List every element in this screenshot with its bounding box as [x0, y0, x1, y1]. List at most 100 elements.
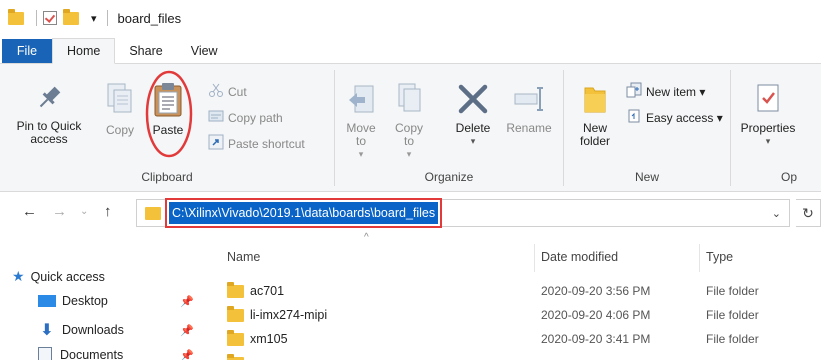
open-group-label: Op: [781, 170, 798, 184]
nav-item-desktop[interactable]: Desktop 📌: [38, 294, 194, 308]
cut-label: Cut: [228, 84, 247, 99]
nav-item-label: Downloads: [62, 323, 124, 337]
window-title: board_files: [117, 10, 182, 26]
scissors-icon: [208, 82, 224, 101]
new-group-label: New: [634, 170, 659, 184]
up-arrow-icon[interactable]: ↑: [104, 203, 112, 220]
column-header-date-modified[interactable]: Date modified: [541, 250, 618, 264]
file-type: File folder: [706, 284, 759, 298]
file-list: ^ Name Date modified Type ac701 2020-09-…: [214, 232, 821, 360]
back-arrow-icon[interactable]: ←: [22, 203, 37, 220]
address-bar[interactable]: C:\Xilinx\Vivado\2019.1\data\boards\boar…: [136, 198, 790, 228]
navigation-pane: ★ Quick access Desktop 📌 ⬇ Downloads 📌 D…: [0, 232, 214, 360]
table-row[interactable]: li-imx274-mipi 2020-09-20 4:06 PM File f…: [214, 305, 821, 327]
new-folder-quick-icon[interactable]: [63, 8, 79, 25]
table-row[interactable]: [214, 353, 821, 360]
column-divider[interactable]: [699, 244, 700, 272]
new-item-button[interactable]: New item ▾: [626, 82, 705, 101]
easy-access-icon: [626, 108, 642, 127]
chevron-down-icon: ▾: [358, 149, 364, 159]
folder-icon: [227, 330, 244, 346]
properties-label: Properties: [740, 121, 796, 135]
tab-share[interactable]: Share: [115, 38, 176, 63]
pin-icon: 📌: [180, 295, 194, 308]
new-folder-button[interactable]: New folder: [570, 82, 620, 148]
delete-button[interactable]: Delete ▾: [449, 82, 497, 148]
rename-button[interactable]: Rename: [503, 82, 555, 135]
copy-path-icon: [208, 108, 224, 127]
recent-locations-chevron-icon[interactable]: ⌄: [80, 206, 88, 217]
nav-item-quick-access[interactable]: ★ Quick access: [12, 268, 105, 285]
rename-icon: [514, 87, 543, 111]
organize-group-label: Organize: [424, 170, 474, 184]
pin-to-quick-access-button[interactable]: Pin to Quick access: [6, 82, 92, 146]
address-path[interactable]: C:\Xilinx\Vivado\2019.1\data\boards\boar…: [169, 202, 439, 224]
column-divider[interactable]: [534, 244, 535, 272]
star-icon: ★: [12, 268, 25, 284]
table-row[interactable]: ac701 2020-09-20 3:56 PM File folder: [214, 281, 821, 303]
divider: [36, 10, 37, 26]
column-header-name[interactable]: Name: [227, 250, 260, 264]
copy-button[interactable]: Copy: [102, 82, 138, 137]
download-icon: ⬇: [40, 322, 54, 339]
nav-item-documents[interactable]: Documents 📌: [38, 347, 194, 360]
chevron-down-icon: ▾: [470, 136, 476, 146]
column-header-type[interactable]: Type: [706, 250, 733, 264]
copy-icon: [107, 83, 132, 113]
open-group: Properties ▾ Op: [731, 64, 821, 192]
cut-button[interactable]: Cut: [208, 82, 247, 101]
delete-label: Delete: [455, 121, 491, 135]
new-folder-label: New folder: [579, 121, 611, 148]
quick-access-toolbar-dropdown[interactable]: ▾: [91, 12, 97, 25]
properties-button[interactable]: Properties ▾: [735, 82, 801, 148]
folder-icon: [227, 282, 244, 298]
copy-to-label: Copy to: [394, 121, 423, 148]
pin-label: Pin to Quick access: [16, 119, 82, 146]
pin-icon: 📌: [180, 324, 194, 337]
folder-icon: [8, 8, 24, 25]
paste-shortcut-button[interactable]: Paste shortcut: [208, 134, 305, 153]
address-annotation-box: C:\Xilinx\Vivado\2019.1\data\boards\boar…: [165, 198, 443, 228]
divider: [106, 10, 108, 26]
desktop-icon: [38, 295, 56, 307]
file-name: ac701: [250, 284, 285, 298]
copy-to-icon: [398, 83, 421, 112]
organize-group: Move to ▾ Copy to ▾ Delete ▾ Rename Orga…: [335, 64, 563, 192]
ribbon: Pin to Quick access Copy Paste Cut Copy …: [0, 64, 821, 192]
file-type: File folder: [706, 332, 759, 346]
move-to-icon: [349, 85, 374, 113]
move-to-button[interactable]: Move to ▾: [341, 82, 381, 161]
tab-home[interactable]: Home: [52, 38, 116, 64]
nav-item-label: Documents: [60, 348, 124, 360]
file-name: li-imx274-mipi: [250, 308, 328, 322]
copy-path-button[interactable]: Copy path: [208, 108, 283, 127]
file-type: File folder: [706, 308, 759, 322]
ribbon-tabs: File Home Share View: [0, 38, 821, 64]
nav-item-downloads[interactable]: ⬇ Downloads 📌: [38, 320, 193, 340]
table-row[interactable]: xm105 2020-09-20 3:41 PM File folder: [214, 329, 821, 351]
tab-view[interactable]: View: [177, 38, 232, 63]
properties-quick-icon[interactable]: [43, 11, 57, 25]
pin-icon: 📌: [180, 349, 194, 360]
file-date: 2020-09-20 3:41 PM: [541, 332, 651, 346]
address-history-chevron-icon[interactable]: ⌄: [772, 207, 781, 220]
new-group: New folder New item ▾ Easy access ▾ New: [564, 64, 730, 192]
copy-to-button[interactable]: Copy to ▾: [389, 82, 429, 161]
clipboard-group-label: Clipboard: [141, 170, 193, 184]
new-item-icon: [626, 82, 642, 101]
refresh-button[interactable]: ↻: [796, 199, 821, 227]
properties-icon: [757, 84, 779, 112]
new-folder-icon: [584, 87, 606, 113]
rename-label: Rename: [506, 121, 552, 135]
tab-file[interactable]: File: [2, 39, 52, 63]
easy-access-label: Easy access ▾: [646, 110, 723, 125]
file-date: 2020-09-20 3:56 PM: [541, 284, 651, 298]
copy-label: Copy: [105, 123, 134, 137]
forward-arrow-icon[interactable]: →: [52, 203, 67, 220]
delete-icon: [458, 84, 488, 114]
folder-icon: [145, 207, 161, 220]
paste-shortcut-label: Paste shortcut: [228, 136, 305, 151]
easy-access-button[interactable]: Easy access ▾: [626, 108, 723, 127]
folder-icon: [227, 306, 244, 322]
pin-icon: [39, 86, 61, 108]
